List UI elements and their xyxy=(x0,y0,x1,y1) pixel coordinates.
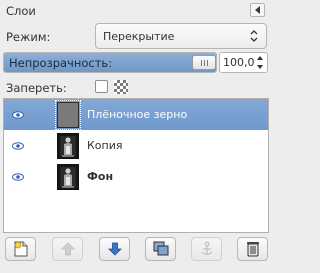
arrow-down-icon xyxy=(257,65,263,69)
arrow-up-icon xyxy=(257,56,263,60)
panel-title: Слои xyxy=(6,4,36,18)
layer-thumbnail xyxy=(57,164,79,190)
opacity-label: Непрозрачность: xyxy=(9,56,113,70)
eye-icon[interactable] xyxy=(12,142,24,150)
layers-list[interactable]: Плёночное зерно Копия Фон xyxy=(3,98,269,233)
chain-toggle[interactable] xyxy=(31,103,51,127)
mode-value: Перекрытие xyxy=(103,30,175,43)
layer-row[interactable]: Плёночное зерно xyxy=(4,99,268,130)
chain-toggle[interactable] xyxy=(31,165,51,189)
new-layer-button[interactable] xyxy=(5,237,36,261)
layer-name[interactable]: Плёночное зерно xyxy=(87,108,187,121)
layers-toolbar xyxy=(3,237,269,263)
spin-down-button[interactable] xyxy=(255,63,265,71)
layer-row[interactable]: Фон xyxy=(4,161,268,192)
raise-layer-button[interactable] xyxy=(52,237,83,261)
eye-icon[interactable] xyxy=(12,173,24,181)
layer-row[interactable]: Копия xyxy=(4,130,268,161)
up-down-arrows-icon xyxy=(250,30,258,42)
lock-alpha-checkbox[interactable] xyxy=(95,80,108,93)
layer-name[interactable]: Фон xyxy=(87,170,113,183)
mode-select[interactable]: Перекрытие xyxy=(95,23,267,49)
duplicate-layer-icon xyxy=(153,241,168,256)
raise-layer-icon xyxy=(60,242,75,256)
opacity-slider[interactable]: Непрозрачность: xyxy=(3,52,217,73)
opacity-value: 100,0 xyxy=(223,56,255,69)
lower-layer-button[interactable] xyxy=(99,237,130,261)
trash-icon xyxy=(246,242,259,257)
mode-label: Режим: xyxy=(6,30,51,44)
layer-thumbnail xyxy=(57,133,79,159)
new-layer-icon xyxy=(14,241,27,257)
dock-menu-button[interactable] xyxy=(250,3,265,17)
alpha-checkerboard-icon xyxy=(114,80,128,94)
spin-up-button[interactable] xyxy=(255,54,265,62)
duplicate-layer-button[interactable] xyxy=(145,237,176,261)
triangle-left-icon xyxy=(255,6,260,14)
anchor-icon xyxy=(201,241,212,256)
lower-layer-icon xyxy=(107,242,122,256)
layer-thumbnail xyxy=(57,102,79,128)
eye-icon[interactable] xyxy=(12,111,24,119)
delete-layer-button[interactable] xyxy=(237,237,268,261)
anchor-layer-button[interactable] xyxy=(191,237,222,261)
lock-label: Запереть: xyxy=(6,81,67,95)
layer-name[interactable]: Копия xyxy=(87,139,123,152)
opacity-spinbox[interactable]: 100,0 xyxy=(219,52,268,73)
opacity-slider-handle[interactable] xyxy=(192,55,216,70)
chain-toggle[interactable] xyxy=(31,134,51,158)
